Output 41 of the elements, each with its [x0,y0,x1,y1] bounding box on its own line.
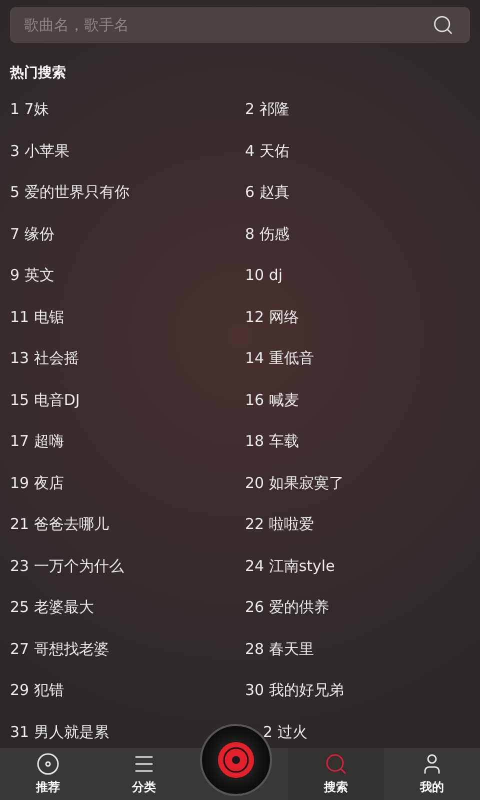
hot-search-item[interactable]: 20 如果寂寞了 [245,472,344,492]
hot-search-item[interactable]: 16 喊麦 [245,390,299,410]
hot-search-item[interactable]: 18 车载 [245,431,299,451]
search-icon[interactable] [432,14,454,36]
nav-tab[interactable]: 分类 [96,748,192,800]
vinyl-record-icon [217,741,255,779]
hot-search-item[interactable]: 3 小苹果 [10,140,70,160]
search-icon [324,752,348,776]
nav-tab[interactable]: 推荐 [0,748,96,800]
hot-search-item[interactable]: 7 缘份 [10,224,54,244]
hot-search-item[interactable]: 9 英文 [10,265,54,285]
hot-search-item[interactable]: 11 电锯 [10,306,64,326]
hot-search-item[interactable]: 21 爸爸去哪儿 [10,514,109,534]
hot-search-item[interactable]: 17 超嗨 [10,431,64,451]
hot-search-item[interactable]: 28 春天里 [245,638,314,658]
hot-search-item[interactable]: 24 江南style [245,556,335,576]
hot-search-item[interactable]: 1 7妹 [10,99,49,119]
nav-tab[interactable]: 搜索 [288,748,384,800]
hot-search-item[interactable]: 27 哥想找老婆 [10,638,109,658]
hot-search-item[interactable]: 13 社会摇 [10,348,79,368]
hot-search-item[interactable]: 30 我的好兄弟 [245,680,344,700]
hot-search-item[interactable]: 22 啦啦爱 [245,514,314,534]
hot-search-item[interactable]: 25 老婆最大 [10,597,94,617]
hot-search-item[interactable]: 6 赵真 [245,182,290,202]
hot-search-item[interactable]: 14 重低音 [245,348,314,368]
search-field[interactable]: 歌曲名，歌手名 [10,7,470,43]
hot-search-item[interactable]: 15 电音DJ [10,390,80,410]
hot-search-item[interactable]: 26 爱的供养 [245,597,329,617]
hot-search-item[interactable]: 10 dj [245,265,283,285]
hot-search-item[interactable]: 8 伤感 [245,224,290,244]
nav-tab[interactable]: 我的 [384,748,480,800]
hot-search-item[interactable]: 23 一万个为什么 [10,556,124,576]
hot-search-item[interactable]: 4 天佑 [245,140,290,160]
hot-search-item[interactable]: 31 男人就是累 [10,722,109,742]
hot-search-item[interactable]: 2 祁隆 [245,99,290,119]
hot-search-item[interactable]: 19 夜店 [10,472,64,492]
hot-search-item[interactable]: 2 过火 [263,722,308,742]
hot-search-item[interactable]: 5 爱的世界只有你 [10,182,130,202]
hot-search-item[interactable]: 29 犯错 [10,680,64,700]
hot-search-item[interactable]: 12 网络 [245,306,299,326]
section-title: 热门搜索 [10,64,66,83]
